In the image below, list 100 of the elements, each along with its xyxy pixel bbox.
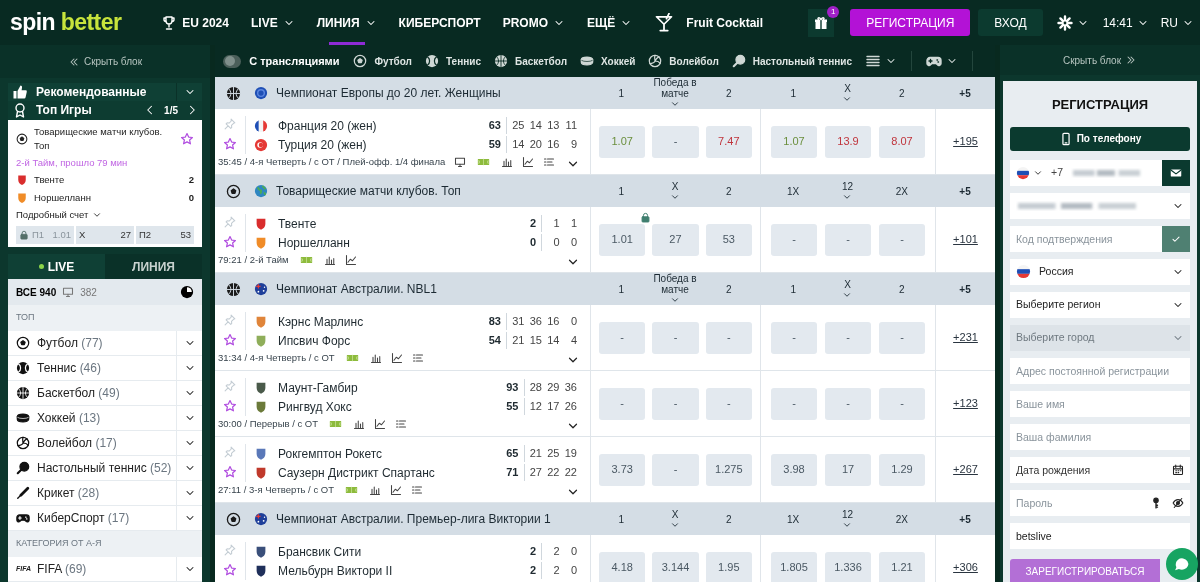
league-header[interactable]: Чемпионат Австралии. NBL1 1 Победа в матче 2 1 X 2 +5 — [215, 273, 995, 305]
time-dropdown[interactable]: 14:41 — [1102, 13, 1149, 32]
odds-button[interactable]: 53 — [705, 223, 752, 256]
sport-item[interactable]: Футбол (77) — [8, 334, 176, 352]
more-markets-link[interactable]: +231 — [953, 329, 978, 346]
sport-filter[interactable]: Теннис — [425, 53, 481, 69]
sport-item[interactable]: Крикет (28) — [8, 484, 176, 502]
text-field[interactable]: betslive — [1010, 522, 1190, 549]
odds-button[interactable]: - — [652, 125, 699, 158]
tennis-ball-icon — [16, 361, 30, 375]
select-field[interactable]: Выберите регион — [1010, 291, 1190, 318]
nav-link[interactable]: ЕЩЁ — [587, 0, 633, 45]
text-field[interactable]: Адрес постоянной регистрации — [1010, 357, 1190, 384]
nav-link[interactable]: Fruit Cocktail — [654, 0, 763, 45]
nav-link[interactable]: LIVE — [250, 0, 295, 45]
nav-link[interactable]: PROMO — [502, 0, 566, 45]
sport-filter[interactable]: Волейбол — [648, 53, 719, 69]
more-markets-link[interactable]: +306 — [953, 559, 978, 576]
odds-button[interactable]: 1.21 — [879, 551, 925, 582]
menu-dropdown[interactable] — [865, 51, 912, 71]
register-button[interactable]: РЕГИСТРАЦИЯ — [850, 9, 971, 36]
odds-button[interactable]: 8.07 — [879, 125, 925, 158]
sport-item[interactable]: КиберСпорт (17) — [8, 509, 176, 527]
league-header[interactable]: Товарищеские матчи клубов. Топ 1 X 2 1X 12 2X +5 — [215, 175, 995, 207]
text-field[interactable]: Ваше имя — [1010, 390, 1190, 417]
odds-button[interactable]: 3.98 — [771, 453, 817, 486]
phone-field[interactable]: +7 — [1010, 159, 1190, 186]
odds-button[interactable]: - — [771, 223, 817, 256]
odds-button[interactable]: - — [652, 453, 699, 486]
sport-item[interactable]: Теннис (46) — [8, 359, 176, 377]
odds-button[interactable]: 3.144 — [652, 551, 699, 582]
more-markets-link[interactable]: +195 — [953, 133, 978, 150]
hide-panel-button[interactable]: Скрыть блок — [1000, 45, 1200, 75]
text-field[interactable]: Ваша фамилия — [1010, 423, 1190, 450]
sport-item[interactable]: Настольный теннис (52) — [8, 459, 176, 477]
odds-button[interactable]: - — [879, 223, 925, 256]
nav-link[interactable]: КИБЕРСПОРТ — [398, 0, 481, 45]
odds-button[interactable]: 3.73 — [599, 453, 646, 486]
more-markets-link[interactable]: +267 — [953, 461, 978, 478]
odds-button[interactable]: - — [705, 321, 752, 354]
odds-button[interactable]: 13.9 — [825, 125, 871, 158]
toggle-switch[interactable] — [223, 54, 242, 68]
odds-button[interactable]: 1.01 — [599, 223, 646, 256]
odds-button[interactable]: - — [879, 387, 925, 420]
confirm-button[interactable] — [1162, 225, 1190, 252]
more-markets-link[interactable]: +123 — [953, 395, 978, 412]
league-header[interactable]: Чемпионат Австралии. Премьер-лига Виктории 1 1 X 2 1X 12 2X +5 — [215, 503, 995, 535]
more-markets-link[interactable]: +101 — [953, 231, 978, 248]
odds-button[interactable]: 1.336 — [825, 551, 871, 582]
odds-button[interactable]: - — [705, 387, 752, 420]
odds-button[interactable]: - — [825, 321, 871, 354]
recommended-header[interactable]: Рекомендованные — [8, 83, 202, 102]
nav-link[interactable]: EU 2024 — [161, 0, 229, 45]
password-field[interactable]: Пароль — [1010, 489, 1190, 516]
language-dropdown[interactable]: RU — [1160, 13, 1194, 32]
country-select[interactable]: Россия — [1010, 258, 1190, 285]
menu-dropdown[interactable] — [926, 51, 973, 71]
odds-button[interactable]: - — [771, 387, 817, 420]
odds-button[interactable]: - — [599, 321, 646, 354]
odds-button[interactable]: 1.275 — [705, 453, 752, 486]
code-field[interactable]: Код подтверждения — [1010, 225, 1190, 252]
settings-button[interactable] — [1056, 14, 1089, 31]
sport-filter[interactable]: Хоккей — [580, 53, 636, 69]
all-count[interactable]: ВСЕ 940 — [16, 284, 57, 300]
logo[interactable]: spin better — [10, 11, 122, 34]
details-link[interactable]: Подробный счет — [16, 207, 103, 222]
odds-button[interactable]: 1.29 — [879, 453, 925, 486]
code-input[interactable]: Код подтверждения — [1010, 225, 1162, 252]
login-button[interactable]: ВХОД — [978, 9, 1043, 36]
odds-button[interactable]: П2 53 — [136, 226, 194, 244]
odds-button[interactable]: 4.18 — [599, 551, 646, 582]
odds-button[interactable]: 17 — [825, 453, 871, 486]
odds-button[interactable]: - — [771, 321, 817, 354]
odds-button[interactable]: - — [825, 223, 871, 256]
odds-button[interactable]: X 27 — [76, 226, 134, 244]
sport-filter[interactable]: Футбол — [353, 53, 412, 69]
sport-filter[interactable]: Баскетбол — [493, 53, 567, 69]
odds-button[interactable]: - — [825, 387, 871, 420]
password-input[interactable]: Пароль — [1010, 489, 1140, 516]
odds-button[interactable]: - — [652, 321, 699, 354]
sport-item[interactable]: Баскетбол (49) — [8, 384, 176, 402]
odds-button[interactable]: 1.95 — [705, 551, 752, 582]
odds-button[interactable]: 27 — [652, 223, 699, 256]
odds-button[interactable]: 1.805 — [771, 551, 817, 582]
league-name: Чемпионат Австралии. NBL1 — [276, 281, 437, 298]
sport-tab[interactable]: LIVE — [8, 254, 105, 279]
sport-tab[interactable]: ЛИНИЯ — [105, 254, 202, 279]
sport-item[interactable]: Хоккей (13) — [8, 409, 176, 427]
sport-filter[interactable]: Настольный теннис — [731, 53, 852, 69]
nav-link[interactable]: ЛИНИЯ — [316, 0, 377, 45]
select-field[interactable] — [1010, 192, 1190, 219]
odds-button[interactable]: - — [879, 321, 925, 354]
phone-method-button[interactable]: По телефону — [1010, 126, 1190, 151]
odds-button[interactable]: - — [599, 387, 646, 420]
hide-panel-button[interactable]: Скрыть блок — [0, 45, 210, 78]
league-header[interactable]: Чемпионат Европы до 20 лет. Женщины 1 Победа в матче 2 1 X 2 +5 — [215, 77, 995, 109]
odds-button[interactable]: - — [652, 387, 699, 420]
odds-button[interactable]: 7.47 — [705, 125, 752, 158]
sport-item[interactable]: Волейбол (17) — [8, 434, 176, 452]
match-card[interactable]: Товарищеские матчи клубов. Топ 2-й Тайм, прошло 79 мин Твенте 2 Норшелланн 0 Подробный счет П1 1.01 X 27 П2 53 — [8, 119, 202, 247]
